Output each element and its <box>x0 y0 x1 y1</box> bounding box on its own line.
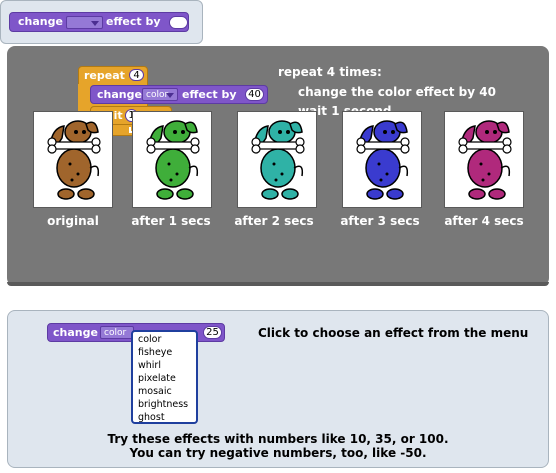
menu-item-whirl[interactable]: whirl <box>138 359 196 372</box>
amount-input[interactable]: 25 <box>203 326 222 339</box>
effect-menu: color fisheye whirl pixelate mosaic brig… <box>131 330 198 424</box>
dog-sprite-image <box>251 120 305 200</box>
chevron-down-icon <box>91 21 99 26</box>
description-line-2: change the color effect by 40 <box>298 85 496 99</box>
repeat-count-input[interactable]: 4 <box>129 69 144 81</box>
header-card: change effect by <box>0 0 203 44</box>
tip-line-1: Try these effects with numbers like 10, … <box>107 432 449 446</box>
repeat-label: repeat <box>84 69 125 82</box>
change-effect-block[interactable]: change effect by <box>9 12 189 32</box>
frame-caption: original <box>47 214 99 228</box>
sprite-frame-1s <box>132 111 212 208</box>
sprite-frame-4s <box>444 111 524 208</box>
sprite-frame-3s <box>342 111 422 208</box>
effect-by-label: effect by <box>106 15 161 28</box>
effect-by-label: effect by <box>182 88 237 101</box>
sprite-frame-original <box>33 111 113 208</box>
menu-item-fisheye[interactable]: fisheye <box>138 346 196 359</box>
dog-sprite-image <box>146 120 200 200</box>
tip-line-2: You can try negative numbers, too, like … <box>129 446 427 460</box>
menu-item-pixelate[interactable]: pixelate <box>138 372 196 385</box>
effect-dropdown[interactable]: color <box>142 88 178 101</box>
instruction-text: Click to choose an effect from the menu <box>258 326 529 340</box>
menu-item-color[interactable]: color <box>138 333 196 346</box>
menu-item-ghost[interactable]: ghost <box>138 411 196 424</box>
effect-dropdown[interactable] <box>66 16 103 29</box>
menu-item-brightness[interactable]: brightness <box>138 398 196 411</box>
frame-caption: after 2 secs <box>234 214 314 228</box>
description-line-1: repeat 4 times: <box>278 65 382 79</box>
chevron-down-icon <box>166 93 174 98</box>
effect-dropdown[interactable]: color <box>100 326 134 339</box>
amount-input[interactable] <box>169 16 188 29</box>
dog-sprite-image <box>356 120 410 200</box>
frame-caption: after 4 secs <box>444 214 524 228</box>
change-label: change <box>18 15 63 28</box>
effect-dropdown-value: color <box>146 90 169 100</box>
effect-dropdown-value: color <box>104 328 127 338</box>
frame-caption: after 3 secs <box>340 214 420 228</box>
panel-bottom-edge <box>7 282 549 286</box>
amount-input[interactable]: 40 <box>245 88 264 101</box>
change-label: change <box>97 88 142 101</box>
change-label: change <box>53 326 98 339</box>
change-color-block[interactable]: change color effect by 40 <box>90 85 268 104</box>
menu-item-mosaic[interactable]: mosaic <box>138 385 196 398</box>
frame-caption: after 1 secs <box>131 214 211 228</box>
dog-sprite-image <box>47 120 101 200</box>
sprite-frame-2s <box>237 111 317 208</box>
dog-sprite-image <box>458 120 512 200</box>
